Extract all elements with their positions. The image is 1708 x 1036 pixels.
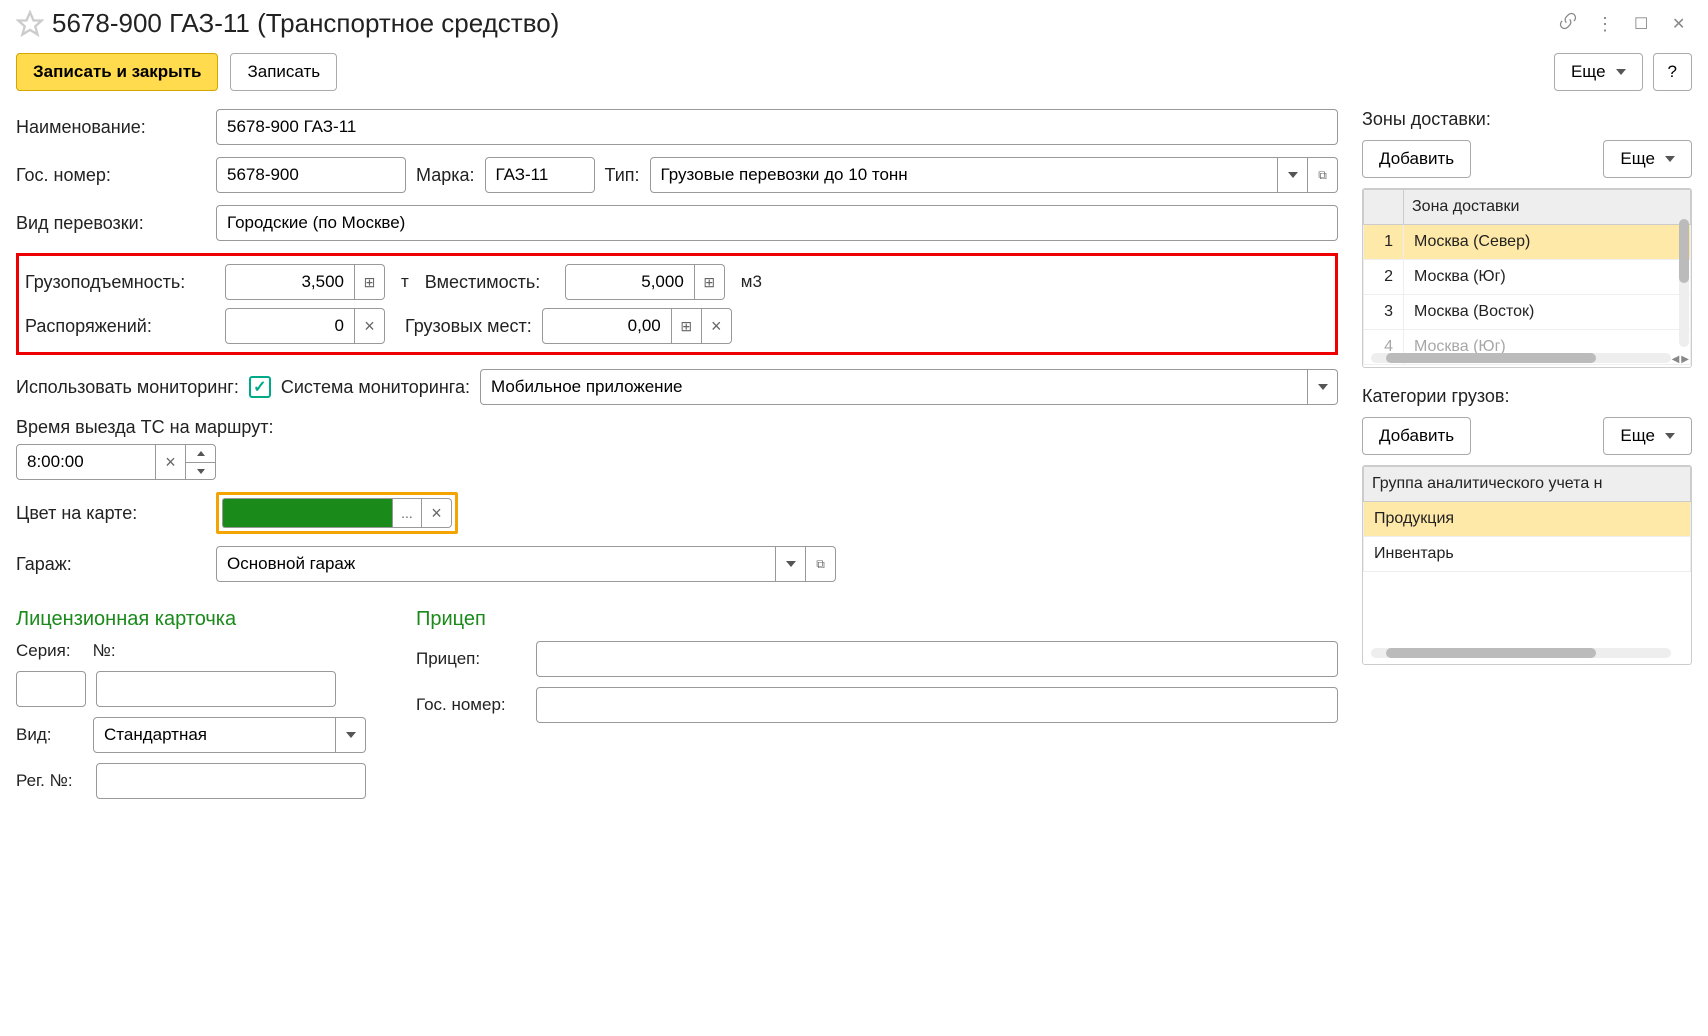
tip-open-icon[interactable] bbox=[1308, 157, 1338, 193]
license-no-input[interactable] bbox=[96, 671, 336, 707]
trailer-gosnomer-input[interactable] bbox=[536, 687, 1338, 723]
spinner-up-icon[interactable] bbox=[186, 444, 216, 462]
license-vid-label: Вид: bbox=[16, 725, 83, 745]
table-row[interactable]: 1Москва (Север) bbox=[1364, 225, 1691, 260]
table-row[interactable]: 3Москва (Восток) bbox=[1364, 295, 1691, 330]
cargo-add-button[interactable]: Добавить bbox=[1362, 417, 1471, 455]
color-swatch[interactable] bbox=[222, 498, 392, 528]
tip-label: Тип: bbox=[605, 165, 640, 186]
license-reg-input[interactable] bbox=[96, 763, 366, 799]
rasp-label: Распоряжений: bbox=[25, 316, 215, 337]
clear-icon[interactable] bbox=[702, 308, 732, 344]
name-label: Наименование: bbox=[16, 117, 206, 138]
garage-dropdown-icon[interactable] bbox=[776, 546, 806, 582]
name-input[interactable] bbox=[216, 109, 1338, 145]
maximize-icon[interactable] bbox=[1634, 14, 1654, 34]
link-icon[interactable] bbox=[1558, 11, 1578, 36]
capacity-highlight-box: Грузоподъемность: т Вместимость: м3 Расп… bbox=[16, 253, 1338, 355]
color-label: Цвет на карте: bbox=[16, 503, 206, 524]
cargo-table: Группа аналитического учета н Продукция … bbox=[1362, 465, 1692, 665]
calculator-icon[interactable] bbox=[672, 308, 702, 344]
header: 5678-900 ГАЗ-11 (Транспортное средство) bbox=[16, 8, 1692, 39]
color-choose-icon[interactable]: ... bbox=[392, 498, 422, 528]
scrollbar-horizontal[interactable] bbox=[1371, 353, 1671, 363]
gruzopod-unit: т bbox=[401, 272, 409, 292]
trailer-gosnomer-label: Гос. номер: bbox=[416, 695, 526, 715]
license-vid-dropdown-icon[interactable] bbox=[336, 717, 366, 753]
cargo-more-button[interactable]: Еще bbox=[1603, 417, 1692, 455]
table-row[interactable]: Продукция bbox=[1364, 502, 1691, 537]
garage-input[interactable] bbox=[216, 546, 776, 582]
license-seria-input[interactable] bbox=[16, 671, 86, 707]
scrollbar-vertical[interactable] bbox=[1679, 219, 1689, 347]
marka-input[interactable] bbox=[485, 157, 595, 193]
license-no-label: №: bbox=[93, 641, 116, 661]
garage-open-icon[interactable] bbox=[806, 546, 836, 582]
zones-header: Зона доставки bbox=[1404, 190, 1691, 225]
vid-perevozki-input[interactable] bbox=[216, 205, 1338, 241]
color-picker-highlight: ... bbox=[216, 492, 458, 534]
time-label: Время выезда ТС на маршрут: bbox=[16, 417, 1338, 438]
help-button[interactable]: ? bbox=[1653, 53, 1692, 91]
cargo-header: Группа аналитического учета н bbox=[1364, 467, 1691, 502]
trailer-pricep-label: Прицеп: bbox=[416, 649, 526, 669]
zones-label: Зоны доставки: bbox=[1362, 109, 1692, 130]
rasp-input[interactable] bbox=[225, 308, 355, 344]
scrollbar-horizontal[interactable] bbox=[1371, 648, 1671, 658]
garage-label: Гараж: bbox=[16, 554, 206, 575]
zones-add-button[interactable]: Добавить bbox=[1362, 140, 1471, 178]
license-vid-input[interactable] bbox=[93, 717, 336, 753]
gruzmest-input[interactable] bbox=[542, 308, 672, 344]
vid-perevozki-label: Вид перевозки: bbox=[16, 213, 206, 234]
calculator-icon[interactable] bbox=[695, 264, 725, 300]
vmest-label: Вместимость: bbox=[425, 272, 555, 293]
clear-icon[interactable] bbox=[422, 498, 452, 528]
more-menu-icon[interactable] bbox=[1596, 14, 1616, 34]
time-input[interactable] bbox=[16, 444, 156, 480]
zones-more-button[interactable]: Еще bbox=[1603, 140, 1692, 178]
vmest-input[interactable] bbox=[565, 264, 695, 300]
save-and-close-button[interactable]: Записать и закрыть bbox=[16, 53, 218, 91]
spinner-down-icon[interactable] bbox=[186, 462, 216, 480]
trailer-pricep-input[interactable] bbox=[536, 641, 1338, 677]
license-seria-label: Серия: bbox=[16, 641, 71, 661]
monitoring-checkbox[interactable] bbox=[249, 376, 271, 398]
vmest-unit: м3 bbox=[741, 272, 762, 292]
gruzopod-input[interactable] bbox=[225, 264, 355, 300]
clear-icon[interactable] bbox=[355, 308, 385, 344]
gosnomer-input[interactable] bbox=[216, 157, 406, 193]
marka-label: Марка: bbox=[416, 165, 475, 186]
table-row[interactable]: 2Москва (Юг) bbox=[1364, 260, 1691, 295]
clear-icon[interactable] bbox=[156, 444, 186, 480]
zones-table: Зона доставки 1Москва (Север) 2Москва (Ю… bbox=[1362, 188, 1692, 368]
license-reg-label: Рег. №: bbox=[16, 771, 86, 791]
license-section-title: Лицензионная карточка bbox=[16, 608, 366, 631]
monitoring-label: Использовать мониторинг: bbox=[16, 377, 239, 398]
close-window-icon[interactable] bbox=[1672, 14, 1692, 34]
tip-input[interactable] bbox=[650, 157, 1278, 193]
trailer-section-title: Прицеп bbox=[416, 608, 1338, 631]
gruzmest-label: Грузовых мест: bbox=[405, 316, 532, 337]
gosnomer-label: Гос. номер: bbox=[16, 165, 206, 186]
monitoring-sys-label: Система мониторинга: bbox=[281, 377, 470, 398]
monitoring-dropdown-icon[interactable] bbox=[1308, 369, 1338, 405]
save-button[interactable]: Записать bbox=[230, 53, 337, 91]
calculator-icon[interactable] bbox=[355, 264, 385, 300]
gruzopod-label: Грузоподъемность: bbox=[25, 272, 215, 293]
toolbar: Записать и закрыть Записать Еще ? bbox=[16, 53, 1692, 91]
monitoring-sys-input[interactable] bbox=[480, 369, 1308, 405]
page-title: 5678-900 ГАЗ-11 (Транспортное средство) bbox=[52, 8, 1558, 39]
cargo-label: Категории грузов: bbox=[1362, 386, 1692, 407]
tip-dropdown-icon[interactable] bbox=[1278, 157, 1308, 193]
table-row[interactable]: Инвентарь bbox=[1364, 537, 1691, 572]
favorite-star-icon[interactable] bbox=[16, 10, 44, 38]
more-button[interactable]: Еще bbox=[1554, 53, 1643, 91]
